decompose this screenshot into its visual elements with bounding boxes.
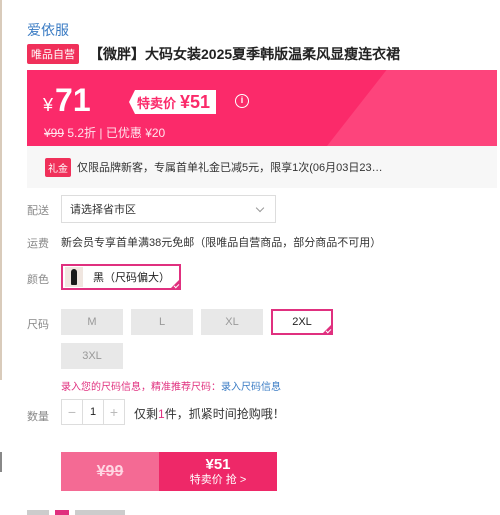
selected-check-icon: [321, 323, 333, 335]
size-option-xl[interactable]: XL: [201, 309, 263, 335]
size-option-l[interactable]: L: [131, 309, 193, 335]
cutoff-fragment: [27, 510, 49, 515]
product-detail-page: 爱依服 唯品自营 【微胖】大码女装2025夏季韩版温柔风显瘦连衣裙 ¥ 71 特…: [0, 0, 500, 515]
stock-notice: 仅剩1件，抓紧时间抢购哦！: [134, 405, 285, 422]
coupon-text: 仅限品牌新客，专属首单礼金已减5元，限享1次(06月03日23…: [77, 162, 383, 174]
measure-note: 录入您的尺码信息，精准推荐尺码：录入尺码信息: [61, 378, 281, 393]
left-edge-strip: [0, 0, 2, 380]
currency-symbol: ¥: [43, 95, 54, 115]
selected-check-icon: [169, 278, 181, 290]
banner-glare: [327, 70, 497, 146]
size-option-m[interactable]: M: [61, 309, 123, 335]
color-option-label: 黑（尺码偏大）: [93, 272, 170, 284]
buy-special-price: ¥51: [205, 455, 231, 473]
quantity-plus-button[interactable]: +: [104, 404, 124, 420]
left-edge-marker: [0, 452, 2, 472]
measure-entry-link[interactable]: 录入尺码信息: [221, 382, 281, 393]
title-row: 唯品自营 【微胖】大码女装2025夏季韩版温柔风显瘦连衣裙: [27, 44, 400, 64]
coupon-badge: 礼金: [45, 157, 71, 177]
shipping-label: 运费: [27, 238, 49, 250]
original-price: ¥99: [44, 126, 65, 140]
stock-count: 1: [158, 407, 165, 421]
special-price-value: ¥51: [180, 91, 211, 112]
size-option-3xl[interactable]: 3XL: [61, 343, 123, 369]
special-price-tag: 特卖价 ¥51: [129, 90, 217, 114]
saved-amount: | 已优惠 ¥20: [99, 126, 166, 140]
main-price: ¥ 71: [43, 84, 91, 116]
shipping-text: 新会员专享首单满38元免邮（限唯品自营商品，部分商品不可用）: [61, 237, 382, 249]
cutoff-fragment: [75, 510, 125, 515]
buy-special-price-button[interactable]: ¥51 特卖价 抢 >: [159, 452, 277, 491]
buy-special-label: 特卖价 抢 >: [189, 473, 247, 486]
delivery-select-value: 请选择省市区: [70, 204, 136, 216]
brand-link[interactable]: 爱依服: [27, 20, 69, 40]
buy-button-group: ¥99 ¥51 特卖价 抢 >: [61, 452, 277, 491]
color-option-black[interactable]: 黑（尺码偏大）: [61, 264, 181, 290]
product-title: 【微胖】大码女装2025夏季韩版温柔风显瘦连衣裙: [89, 46, 401, 62]
color-label: 颜色: [27, 274, 49, 286]
info-circle-icon[interactable]: i: [235, 94, 249, 108]
size-label: 尺码: [27, 319, 49, 331]
bottom-cutoff-row: [27, 510, 147, 515]
vip-self-operated-badge: 唯品自营: [27, 44, 79, 64]
chevron-down-icon: [255, 203, 265, 213]
stock-suffix: 件，抓紧时间抢购哦！: [164, 407, 285, 421]
quantity-stepper: − 1 +: [61, 399, 125, 425]
quantity-minus-button[interactable]: −: [62, 404, 82, 420]
discount-rate: 5.2折: [67, 126, 97, 140]
measure-note-text: 录入您的尺码信息，精准推荐尺码：: [61, 382, 221, 393]
special-price-label: 特卖价: [137, 95, 177, 111]
quantity-label: 数量: [27, 411, 49, 423]
main-price-value: 71: [55, 82, 91, 118]
cutoff-fragment: [55, 510, 69, 515]
quantity-input[interactable]: 1: [82, 400, 104, 424]
delivery-region-select[interactable]: 请选择省市区: [61, 195, 276, 223]
price-banner: ¥ 71 特卖价 ¥51 i ¥99 5.2折 | 已优惠 ¥20: [27, 70, 497, 146]
delivery-label: 配送: [27, 205, 49, 217]
size-option-2xl[interactable]: 2XL: [271, 309, 333, 335]
sub-price-line: ¥99 5.2折 | 已优惠 ¥20: [44, 124, 165, 141]
coupon-row: 礼金 仅限品牌新客，专属首单礼金已减5元，限享1次(06月03日23…: [27, 146, 497, 188]
buy-original-price-button[interactable]: ¥99: [61, 452, 159, 491]
size-option-2xl-label: 2XL: [292, 316, 312, 328]
color-swatch-thumbnail: [65, 267, 83, 287]
stock-prefix: 仅剩: [134, 407, 159, 421]
